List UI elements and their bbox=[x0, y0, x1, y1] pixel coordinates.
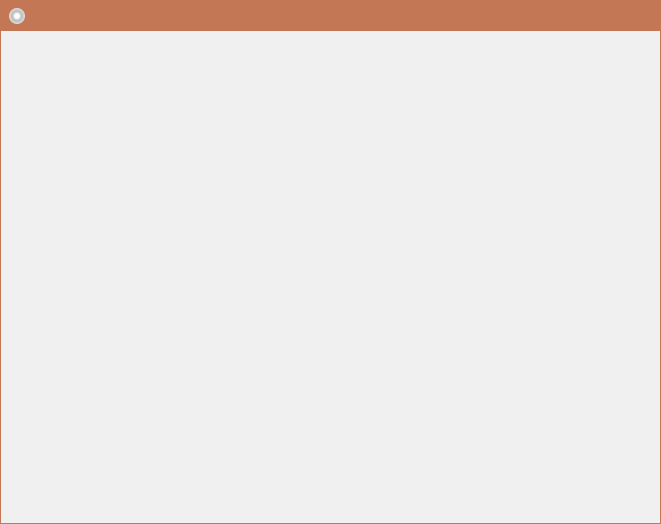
title-bar bbox=[1, 0, 660, 31]
app-disc-icon bbox=[9, 8, 25, 24]
minimize-button[interactable] bbox=[568, 0, 614, 31]
app-window bbox=[1, 0, 660, 523]
